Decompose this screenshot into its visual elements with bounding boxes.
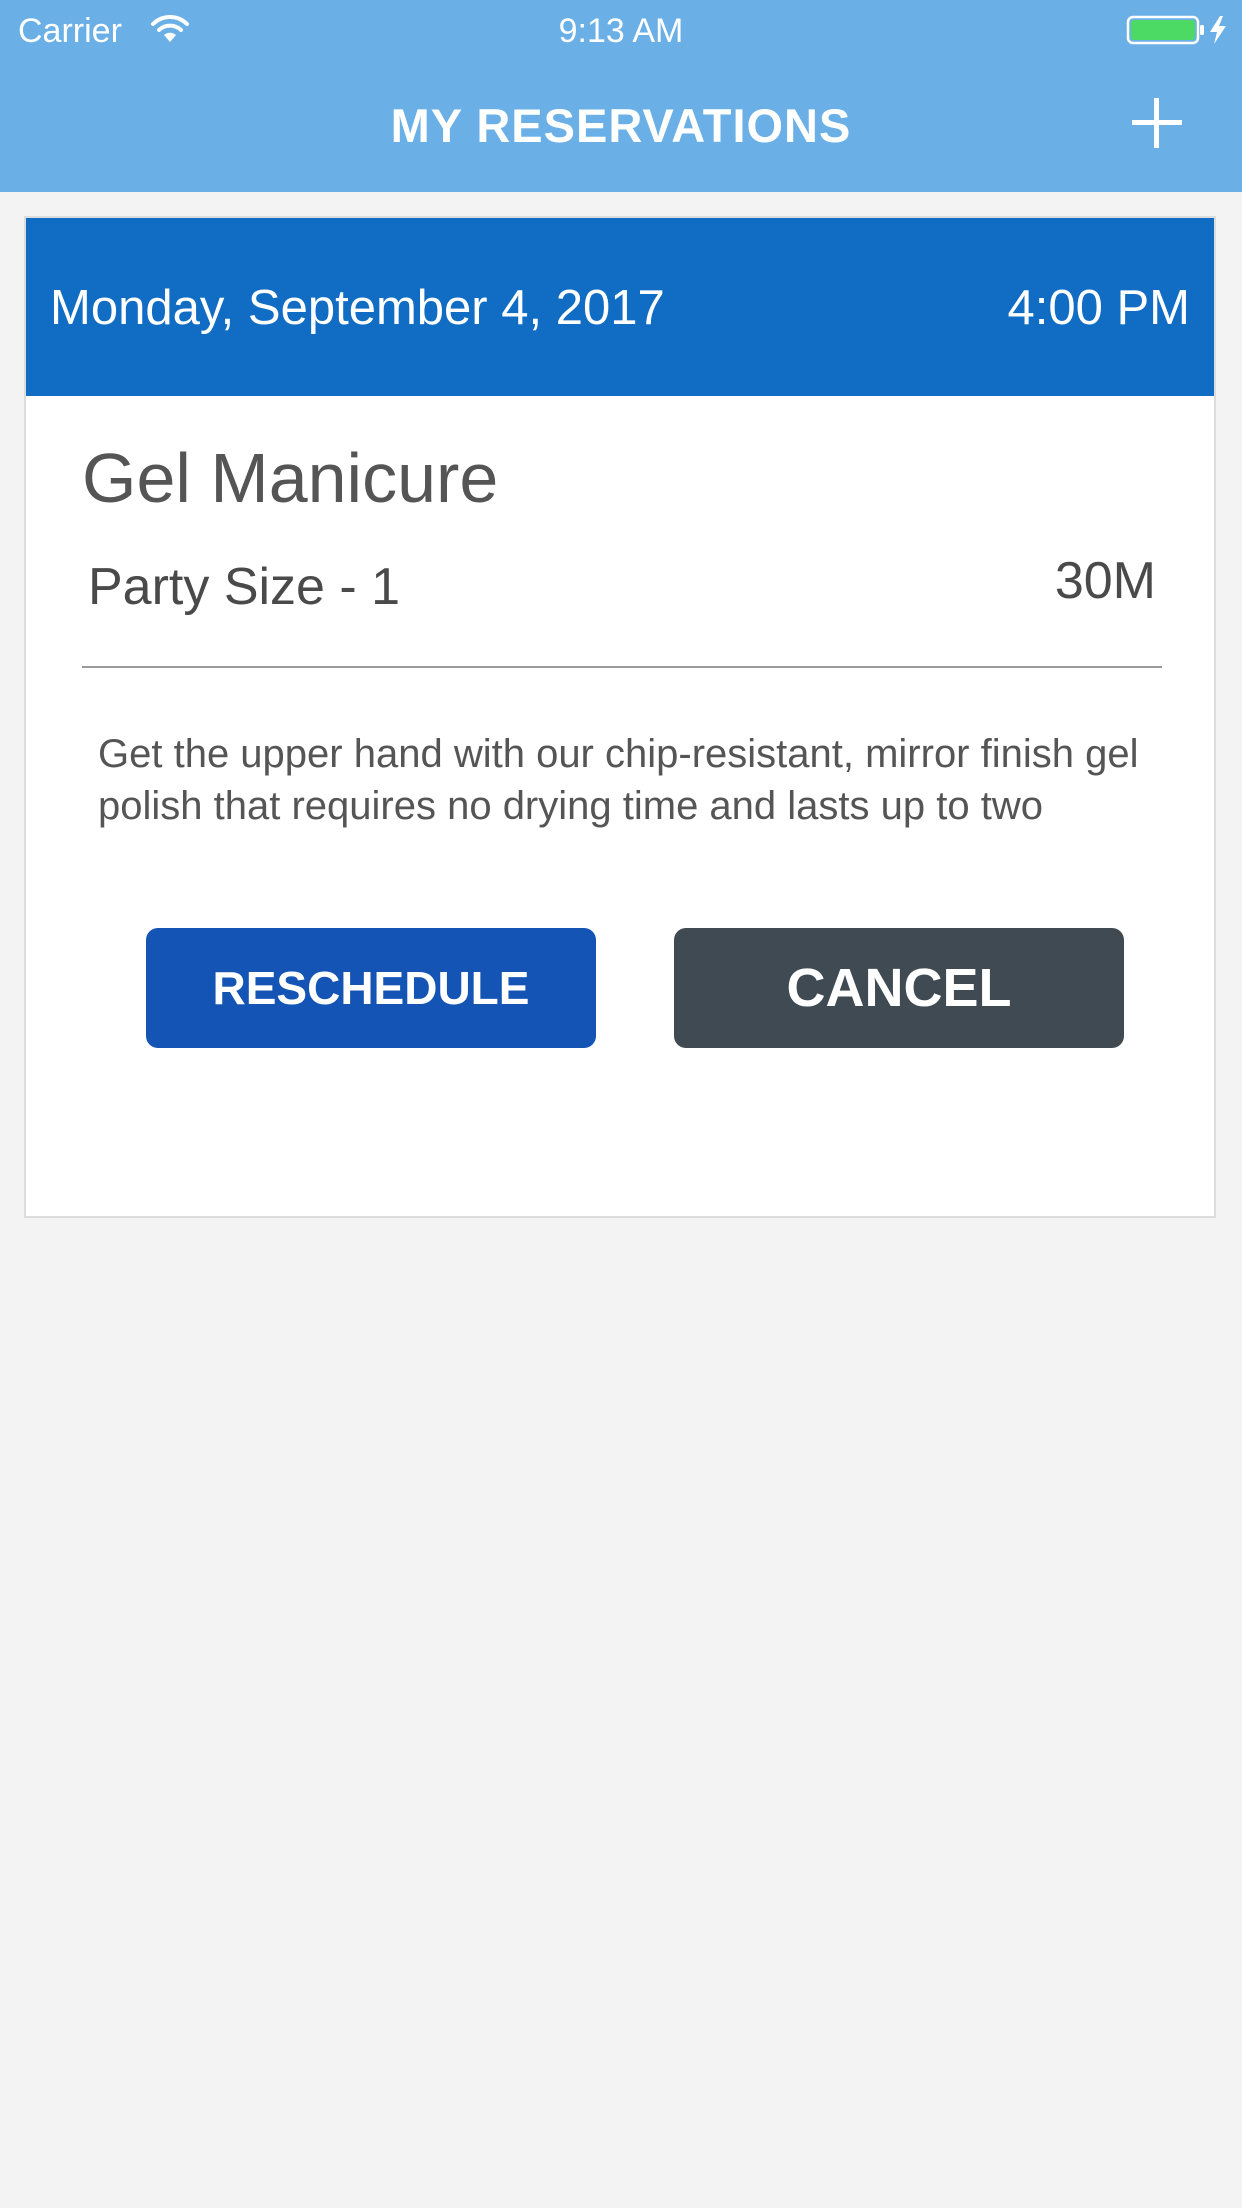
reservation-date: Monday, September 4, 2017 xyxy=(50,281,665,335)
party-size: Party Size - 1 xyxy=(88,558,401,616)
reservation-card: Monday, September 4, 2017 4:00 PM Gel Ma… xyxy=(24,216,1216,1218)
service-description: Get the upper hand with our chip-resista… xyxy=(98,732,1139,828)
status-time: 9:13 AM xyxy=(558,12,684,50)
reschedule-button[interactable]: RESCHEDULE xyxy=(146,928,596,1048)
battery-charging-icon xyxy=(1126,15,1226,45)
page-title: MY RESERVATIONS xyxy=(390,99,852,152)
navigation-bar: Carrier 9:13 AM MY RESERVATIONS xyxy=(0,0,1242,192)
service-duration: 30M xyxy=(1054,552,1156,610)
service-name: Gel Manicure xyxy=(82,439,499,517)
plus-icon xyxy=(1132,98,1182,148)
reservation-header: Monday, September 4, 2017 4:00 PM xyxy=(26,218,1214,396)
divider xyxy=(82,666,1162,668)
reservation-time: 4:00 PM xyxy=(1007,281,1190,335)
add-reservation-button[interactable] xyxy=(1124,90,1190,156)
status-bar: Carrier 9:13 AM xyxy=(0,0,1242,62)
cancel-button[interactable]: CANCEL xyxy=(674,928,1124,1048)
